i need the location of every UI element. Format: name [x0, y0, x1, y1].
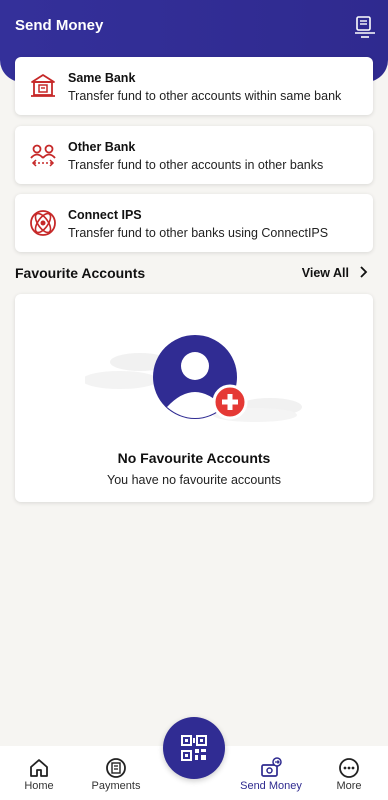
- transfer-history-icon[interactable]: [355, 16, 375, 38]
- option-title: Same Bank: [68, 71, 136, 85]
- home-icon: [30, 759, 48, 777]
- bank-icon: [31, 74, 55, 97]
- option-description: Transfer fund to other accounts within s…: [68, 89, 342, 103]
- chevron-right-icon[interactable]: [358, 265, 368, 279]
- option-title: Other Bank: [68, 140, 136, 154]
- more-icon: [339, 758, 359, 778]
- qr-scan-icon: [181, 735, 207, 761]
- nav-label: Send Money: [240, 780, 302, 792]
- nav-more[interactable]: More: [326, 746, 372, 800]
- people-transfer-icon: [30, 144, 56, 167]
- nav-label: Home: [24, 780, 54, 792]
- view-all-link[interactable]: View All: [302, 266, 349, 280]
- send-money-icon: [261, 757, 282, 777]
- nav-label: More: [336, 780, 362, 792]
- other-bank-option[interactable]: Other Bank Transfer fund to other accoun…: [15, 126, 373, 184]
- connect-ips-icon: [30, 210, 56, 236]
- option-title: Connect IPS: [68, 208, 142, 222]
- favourites-empty-card: No Favourite Accounts You have no favour…: [15, 294, 373, 502]
- empty-favourites-illustration: [85, 335, 302, 422]
- option-description: Transfer fund to other banks using Conne…: [68, 226, 329, 240]
- nav-label: Payments: [91, 780, 141, 792]
- option-description: Transfer fund to other accounts in other…: [68, 158, 324, 172]
- favourites-header: Favourite Accounts View All: [15, 265, 373, 285]
- empty-subtitle: You have no favourite accounts: [107, 473, 281, 487]
- connect-ips-option[interactable]: Connect IPS Transfer fund to other banks…: [15, 194, 373, 252]
- same-bank-option[interactable]: Same Bank Transfer fund to other account…: [15, 57, 373, 115]
- empty-title: No Favourite Accounts: [117, 450, 271, 466]
- nav-send-money[interactable]: Send Money: [238, 746, 304, 800]
- page-title: Send Money: [15, 17, 104, 34]
- nav-payments[interactable]: Payments: [88, 746, 144, 800]
- qr-scan-button[interactable]: [163, 717, 225, 779]
- section-title: Favourite Accounts: [15, 265, 146, 281]
- payments-icon: [106, 758, 126, 778]
- nav-home[interactable]: Home: [14, 746, 64, 800]
